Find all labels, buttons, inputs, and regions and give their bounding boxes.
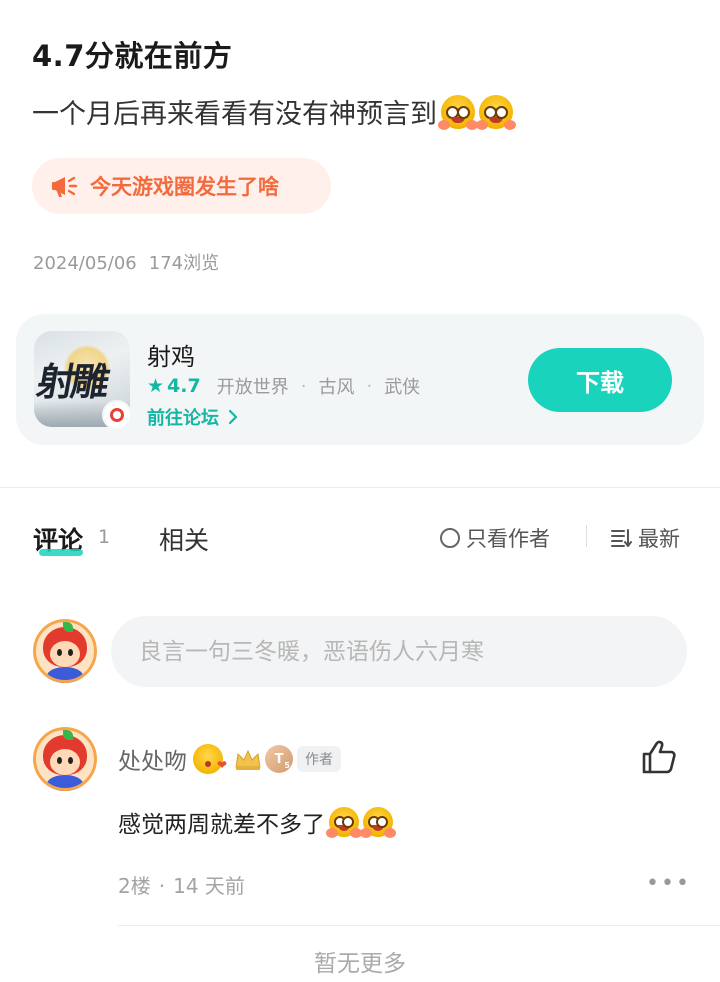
kiss-emoji-icon (193, 744, 227, 774)
comment-text: 感觉两周就差不多了 (118, 805, 396, 839)
comment-body: 感觉两周就差不多了 (118, 812, 325, 838)
game-tag: 武侠 (384, 377, 421, 398)
author-tag: 作者 (297, 746, 341, 772)
comment-divider (118, 925, 720, 926)
toolbar-separator (586, 525, 587, 547)
topic-chip-label: 今天游戏圈发生了啥 (90, 175, 279, 199)
tab-related[interactable]: 相关 (159, 521, 209, 557)
comment-username[interactable]: 处处吻 (118, 742, 187, 776)
game-tag: 古风 (318, 377, 355, 398)
publisher-badge-icon (102, 400, 132, 430)
megaphone-icon (52, 176, 78, 197)
sort-list-icon (611, 529, 632, 547)
topic-chip[interactable]: 今天游戏圈发生了啥 (32, 158, 331, 214)
post-meta: 2024/05/06 174浏览 (33, 249, 219, 275)
comment-time: 14 天前 (173, 874, 245, 898)
sort-label: 最新 (638, 527, 680, 551)
comment-user-row: 处处吻 T 5 作者 (118, 742, 341, 776)
comment-input[interactable] (111, 616, 687, 687)
author-only-toggle[interactable]: 只看作者 (440, 523, 550, 553)
level-badge: T 5 (265, 745, 293, 773)
comments-count: 1 (98, 526, 111, 548)
current-user-avatar[interactable] (33, 619, 97, 683)
download-button[interactable]: 下载 (528, 348, 672, 412)
post-body: 一个月后再来看看有没有神预言到 (32, 92, 516, 131)
star-icon: ★ (147, 375, 165, 397)
tab-active-indicator (39, 549, 83, 556)
comment-floor: 2楼 (118, 874, 151, 898)
tag-separator: · (300, 375, 307, 397)
post-body-text: 一个月后再来看看有没有神预言到 (32, 99, 437, 130)
no-more-label: 暂无更多 (314, 951, 406, 977)
forum-link[interactable]: 前往论坛 (147, 404, 239, 430)
meta-separator: · (158, 874, 166, 898)
more-dots-icon[interactable]: ••• (646, 871, 691, 896)
game-icon-calligraphy: 射雕 (34, 359, 110, 404)
comment-author-avatar[interactable] (33, 727, 97, 791)
sort-latest-button[interactable]: 最新 (610, 523, 680, 553)
chevron-right-icon (228, 409, 238, 425)
like-icon[interactable] (640, 738, 678, 776)
level-badge-letter: T (274, 751, 284, 767)
post-views: 174浏览 (148, 253, 220, 274)
post-title: 4.7分就在前方 (32, 39, 233, 73)
radio-circle-icon (440, 528, 460, 548)
tag-separator: · (366, 375, 373, 397)
laughing-emoji-icon (476, 94, 516, 130)
level-badge-number: 5 (284, 761, 290, 770)
game-meta: ★ 4.7 开放世界 · 古风 · 武侠 (147, 373, 420, 399)
forum-link-label: 前往论坛 (147, 408, 219, 429)
comment-meta: 2楼 · 14 天前 (118, 870, 245, 899)
game-rating: 4.7 (167, 375, 201, 397)
laughing-emoji-icon (438, 94, 478, 130)
crown-icon (235, 749, 261, 770)
author-only-label: 只看作者 (466, 527, 550, 551)
game-tag: 开放世界 (216, 377, 289, 398)
post-date: 2024/05/06 (33, 253, 137, 274)
laughing-emoji-icon (326, 807, 362, 838)
game-name: 射鸡 (147, 343, 195, 371)
section-divider (0, 487, 720, 488)
laughing-emoji-icon (360, 807, 396, 838)
